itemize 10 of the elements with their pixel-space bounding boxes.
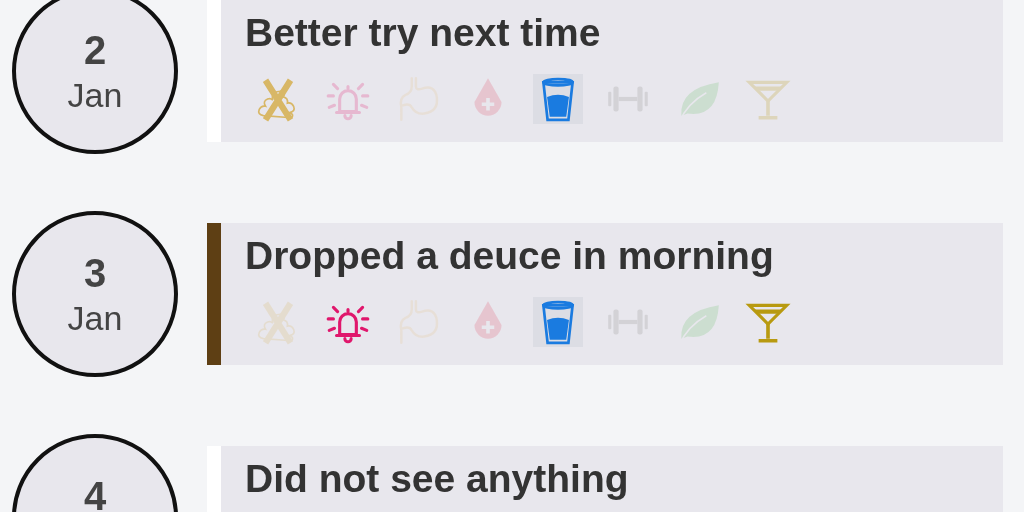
month-label: Jan <box>67 75 123 116</box>
day-number: 4 <box>83 473 107 512</box>
entry-title: Dropped a deuce in morning <box>245 233 774 279</box>
day-number: 3 <box>83 250 107 297</box>
entry-title: Did not see anything <box>245 456 629 502</box>
water-glass-icon[interactable] <box>533 74 583 124</box>
entry-title: Better try next time <box>245 10 601 56</box>
month-label: Jan <box>67 298 123 339</box>
water-glass-icon[interactable] <box>533 297 583 347</box>
day-number: 2 <box>83 27 107 74</box>
